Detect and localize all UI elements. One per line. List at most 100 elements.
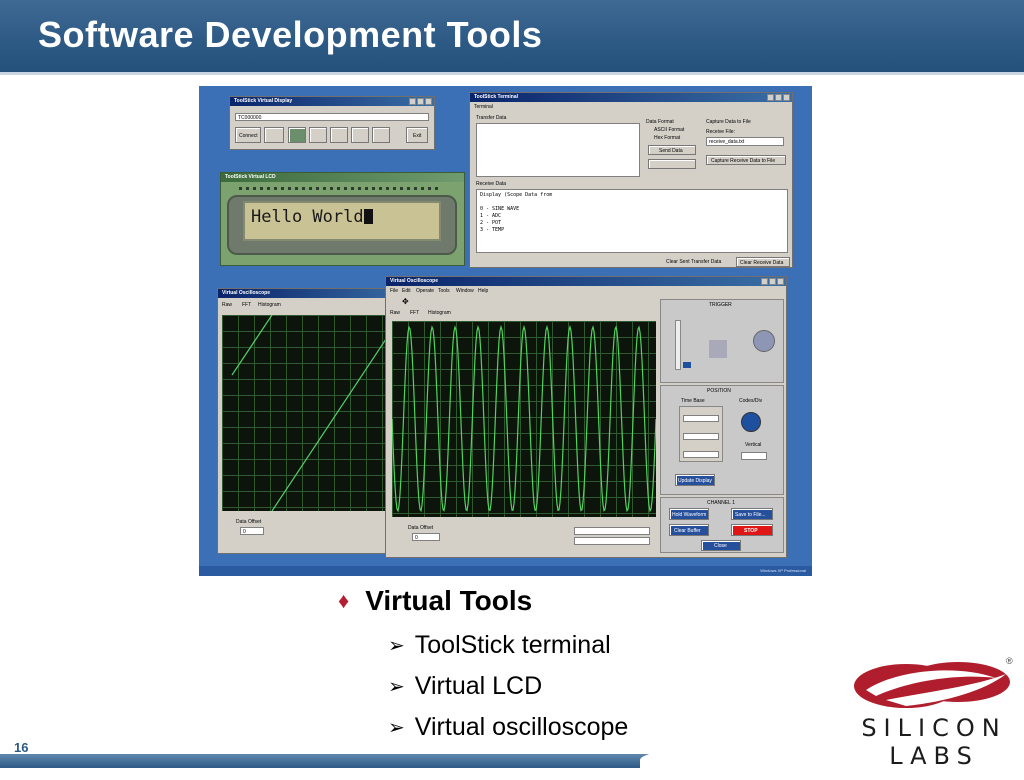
menu-window[interactable]: Window bbox=[456, 288, 474, 294]
save-to-file-button[interactable]: Save to File... bbox=[731, 508, 773, 520]
arrow-bullet-icon: ➢ bbox=[388, 635, 405, 657]
ramp-line-2 bbox=[271, 329, 393, 511]
terminal-window: ToolStick Terminal Terminal Transfer Dat… bbox=[469, 92, 793, 268]
scope-front-title: Virtual Oscilloscope bbox=[386, 277, 786, 286]
scope-back-offset-input[interactable]: 0 bbox=[240, 527, 264, 535]
exit-button[interactable]: Exit bbox=[406, 127, 428, 143]
key-button-3[interactable] bbox=[351, 127, 369, 143]
time-base-group bbox=[679, 406, 723, 462]
arrow-bullet-icon: ➢ bbox=[388, 717, 405, 739]
maximize-icon[interactable] bbox=[769, 278, 776, 285]
trigger-slider[interactable] bbox=[675, 320, 681, 370]
slide-header: Software Development Tools bbox=[0, 0, 1024, 75]
lcd-pin-row bbox=[239, 187, 439, 190]
bullet-sub-1: ➢ ToolStick terminal bbox=[388, 631, 611, 659]
serial-button[interactable] bbox=[264, 127, 284, 143]
buffer-size-input[interactable] bbox=[683, 451, 719, 458]
lcd-screen: Hello World bbox=[243, 201, 441, 241]
bullet-sub-2: ➢ Virtual LCD bbox=[388, 672, 543, 700]
diamond-bullet-icon: ♦ bbox=[338, 588, 350, 613]
silicon-labs-logo: ® SILICON LABS bbox=[846, 656, 1022, 770]
clear-after-checkbox[interactable]: Clear Sent Transfer Data bbox=[666, 259, 721, 265]
tools-screenshot: ToolStick Virtual Display TC000000 Conne… bbox=[199, 86, 812, 576]
time-base-min-input[interactable] bbox=[683, 415, 719, 422]
trigger-mode-switch[interactable] bbox=[709, 340, 727, 358]
send-data-button[interactable]: Send Data bbox=[648, 145, 696, 155]
cursor-readout-1 bbox=[574, 527, 650, 535]
bullet-main-text: Virtual Tools bbox=[365, 585, 533, 616]
logo-swoosh-icon bbox=[854, 662, 1010, 708]
menu-edit[interactable]: Edit bbox=[402, 288, 411, 294]
position-panel: POSITION Time Base Codes/Div Vertical Up… bbox=[660, 385, 784, 495]
key-button-4[interactable] bbox=[372, 127, 390, 143]
run-arrow-icon[interactable]: ✥ bbox=[402, 297, 409, 306]
terminal-menu[interactable]: Terminal bbox=[474, 104, 493, 110]
bullet-sub-3: ➢ Virtual oscilloscope bbox=[388, 713, 629, 741]
receive-line-4: 2 - POT bbox=[480, 220, 502, 226]
scope-back-plot bbox=[222, 315, 412, 511]
menu-operate[interactable]: Operate bbox=[416, 288, 434, 294]
receive-line-0: Display (Scope Data from bbox=[480, 192, 553, 198]
logo-text: SILICON LABS bbox=[861, 714, 1007, 770]
close-button[interactable]: Close bbox=[701, 540, 741, 551]
menu-help[interactable]: Help bbox=[478, 288, 488, 294]
virtual-display-window: ToolStick Virtual Display TC000000 Conne… bbox=[229, 96, 435, 150]
cursor-readout-2 bbox=[574, 537, 650, 545]
trigger-slider-thumb[interactable] bbox=[683, 362, 691, 368]
send-file-button[interactable] bbox=[648, 159, 696, 169]
maximize-icon[interactable] bbox=[417, 98, 424, 105]
lcd-title: ToolStick Virtual LCD bbox=[221, 173, 464, 182]
connect-button[interactable]: Connect bbox=[235, 127, 261, 143]
scope-front-offset-input[interactable]: 0 bbox=[412, 533, 440, 541]
vertical-input[interactable] bbox=[741, 452, 767, 460]
arrow-bullet-icon: ➢ bbox=[388, 676, 405, 698]
trigger-panel: TRIGGER bbox=[660, 299, 784, 383]
registered-mark: ® bbox=[1006, 656, 1013, 666]
terminal-title: ToolStick Terminal bbox=[470, 93, 792, 102]
close-icon[interactable] bbox=[783, 94, 790, 101]
key-button-1[interactable] bbox=[309, 127, 327, 143]
hex-radio[interactable]: Hex Format bbox=[654, 135, 680, 141]
ramp-line-1 bbox=[231, 315, 273, 376]
device-select[interactable]: TC000000 bbox=[235, 113, 429, 121]
led-button[interactable] bbox=[288, 127, 306, 143]
front-tab-histogram[interactable]: Histogram bbox=[428, 310, 451, 316]
update-display-button[interactable]: Update Display bbox=[675, 474, 715, 486]
transfer-data-textarea[interactable] bbox=[476, 123, 640, 177]
close-icon[interactable] bbox=[777, 278, 784, 285]
virtual-lcd-window: ToolStick Virtual LCD Hello World bbox=[220, 172, 465, 266]
close-icon[interactable] bbox=[425, 98, 432, 105]
menu-file[interactable]: File bbox=[390, 288, 398, 294]
tab-fft[interactable]: FFT bbox=[242, 302, 251, 308]
clear-buffer-button[interactable]: Clear Buffer bbox=[669, 524, 709, 536]
time-base-max-input[interactable] bbox=[683, 433, 719, 440]
minimize-icon[interactable] bbox=[761, 278, 768, 285]
trigger-level-knob[interactable] bbox=[753, 330, 775, 352]
menu-tools[interactable]: Tools bbox=[438, 288, 450, 294]
stop-button[interactable]: STOP bbox=[731, 524, 773, 536]
front-tab-fft[interactable]: FFT bbox=[410, 310, 419, 316]
sine-wave-svg bbox=[392, 324, 656, 513]
minimize-icon[interactable] bbox=[409, 98, 416, 105]
receive-line-2: 0 - SINE WAVE bbox=[480, 206, 520, 212]
slide-title: Software Development Tools bbox=[38, 14, 543, 55]
receive-line-5: 3 - TEMP bbox=[480, 227, 505, 233]
ascii-radio[interactable]: ASCII Format bbox=[654, 127, 684, 133]
clear-receive-button[interactable]: Clear Receive Data bbox=[736, 257, 790, 267]
front-tab-raw[interactable]: Raw bbox=[390, 310, 400, 316]
oscilloscope-front-window: Virtual Oscilloscope File Edit Operate T… bbox=[385, 276, 787, 558]
receive-data-textarea[interactable]: Display (Scope Data from 0 - SINE WAVE 1… bbox=[476, 189, 788, 253]
lcd-text: Hello World bbox=[251, 207, 364, 227]
scope-front-plot bbox=[392, 321, 656, 517]
key-button-2[interactable] bbox=[330, 127, 348, 143]
status-bar: Windows XP Professional bbox=[199, 566, 812, 576]
receive-line-3: 1 - ADC bbox=[480, 213, 502, 219]
hold-waveform-button[interactable]: Hold Waveform bbox=[669, 508, 709, 520]
minimize-icon[interactable] bbox=[767, 94, 774, 101]
maximize-icon[interactable] bbox=[775, 94, 782, 101]
receive-file-input[interactable]: receive_data.txt bbox=[706, 137, 784, 146]
tab-histogram[interactable]: Histogram bbox=[258, 302, 281, 308]
capture-button[interactable]: Capture Receive Data to File bbox=[706, 155, 786, 165]
tab-raw[interactable]: Raw bbox=[222, 302, 232, 308]
codes-div-knob[interactable] bbox=[741, 412, 761, 432]
